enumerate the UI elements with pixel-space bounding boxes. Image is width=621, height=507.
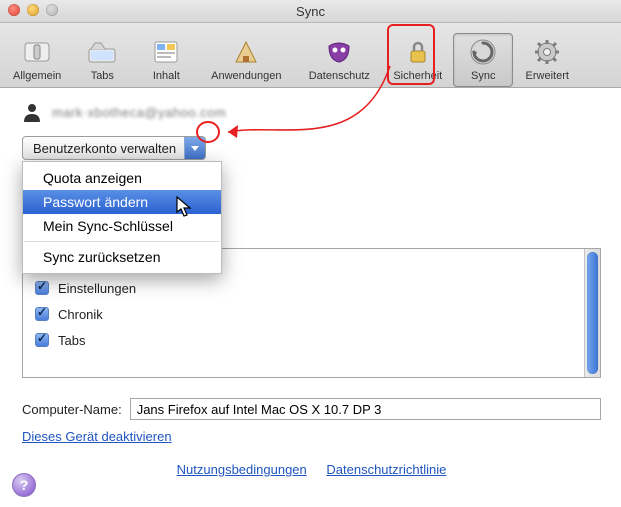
menu-item-reset-sync[interactable]: Sync zurücksetzen bbox=[23, 245, 221, 269]
tab-general[interactable]: Allgemein bbox=[6, 33, 68, 87]
tab-sync[interactable]: Sync bbox=[453, 33, 513, 87]
terms-link[interactable]: Nutzungsbedingungen bbox=[177, 462, 307, 477]
manage-account-combo[interactable]: Benutzerkonto verwalten bbox=[22, 136, 206, 160]
window-title: Sync bbox=[296, 4, 325, 19]
list-item[interactable]: Tabs bbox=[23, 327, 600, 353]
help-button[interactable]: ? bbox=[12, 473, 36, 497]
menu-separator bbox=[24, 241, 220, 242]
zoom-button[interactable] bbox=[46, 4, 58, 16]
list-item-label: Einstellungen bbox=[58, 281, 136, 296]
footer-links: Nutzungsbedingungen Datenschutzrichtlini… bbox=[22, 462, 601, 477]
computer-name-label: Computer-Name: bbox=[22, 402, 122, 417]
privacy-link[interactable]: Datenschutzrichtlinie bbox=[326, 462, 446, 477]
list-item-label: Tabs bbox=[58, 333, 85, 348]
computer-name-row: Computer-Name: bbox=[22, 398, 601, 420]
traffic-lights bbox=[8, 4, 58, 16]
list-item[interactable]: Einstellungen bbox=[23, 275, 600, 301]
switch-icon bbox=[21, 36, 53, 68]
mask-icon bbox=[323, 36, 355, 68]
tab-label: Allgemein bbox=[13, 70, 61, 82]
tabs-icon bbox=[86, 36, 118, 68]
computer-name-field[interactable] bbox=[130, 398, 601, 420]
sync-icon bbox=[467, 36, 499, 68]
tab-content[interactable]: Inhalt bbox=[136, 33, 196, 87]
tab-label: Datenschutz bbox=[309, 70, 370, 82]
checkbox-history[interactable] bbox=[35, 307, 49, 321]
tab-label: Erweitert bbox=[526, 70, 569, 82]
menu-item-label: Quota anzeigen bbox=[43, 170, 142, 186]
apps-icon bbox=[230, 36, 262, 68]
checkbox-preferences[interactable] bbox=[35, 281, 49, 295]
scrollbar-thumb[interactable] bbox=[587, 252, 598, 374]
tab-label: Sicherheit bbox=[393, 70, 442, 82]
checkbox-tabs[interactable] bbox=[35, 333, 49, 347]
combo-label: Benutzerkonto verwalten bbox=[23, 141, 184, 156]
menu-item-label: Passwort ändern bbox=[43, 194, 148, 210]
menu-item-quota[interactable]: Quota anzeigen bbox=[23, 166, 221, 190]
sync-pane: mark·xbotheca@yahoo.com Benutzerkonto ve… bbox=[0, 88, 621, 487]
tab-label: Sync bbox=[471, 70, 495, 82]
lock-icon bbox=[402, 36, 434, 68]
account-email: mark·xbotheca@yahoo.com bbox=[52, 105, 226, 120]
tab-privacy[interactable]: Datenschutz bbox=[296, 33, 382, 87]
menu-item-label: Sync zurücksetzen bbox=[43, 249, 161, 265]
titlebar: Sync bbox=[0, 0, 621, 23]
minimize-button[interactable] bbox=[27, 4, 39, 16]
tab-label: Inhalt bbox=[153, 70, 180, 82]
tab-tabs[interactable]: Tabs bbox=[72, 33, 132, 87]
tab-label: Tabs bbox=[91, 70, 114, 82]
list-item-label: Chronik bbox=[58, 307, 103, 322]
tab-label: Anwendungen bbox=[211, 70, 281, 82]
help-glyph: ? bbox=[20, 477, 29, 493]
scrollbar[interactable] bbox=[584, 249, 600, 377]
list-item[interactable]: Chronik bbox=[23, 301, 600, 327]
content-icon bbox=[150, 36, 182, 68]
menu-item-sync-key[interactable]: Mein Sync-Schlüssel bbox=[23, 214, 221, 238]
person-icon bbox=[22, 102, 42, 122]
menu-item-change-password[interactable]: Passwort ändern bbox=[23, 190, 221, 214]
tab-security[interactable]: Sicherheit bbox=[386, 33, 449, 87]
menu-item-label: Mein Sync-Schlüssel bbox=[43, 218, 173, 234]
account-row: mark·xbotheca@yahoo.com bbox=[22, 102, 601, 122]
preferences-toolbar: Allgemein Tabs bbox=[0, 23, 621, 88]
deactivate-device-link[interactable]: Dieses Gerät deaktivieren bbox=[22, 429, 172, 444]
close-button[interactable] bbox=[8, 4, 20, 16]
chevron-down-icon bbox=[184, 137, 205, 159]
manage-account-menu: Quota anzeigen Passwort ändern Mein Sync… bbox=[22, 161, 222, 274]
gear-icon bbox=[531, 36, 563, 68]
tab-advanced[interactable]: Erweitert bbox=[517, 33, 577, 87]
preferences-window: Sync Allgemein Tabs bbox=[0, 0, 621, 507]
tab-applications[interactable]: Anwendungen bbox=[200, 33, 292, 87]
